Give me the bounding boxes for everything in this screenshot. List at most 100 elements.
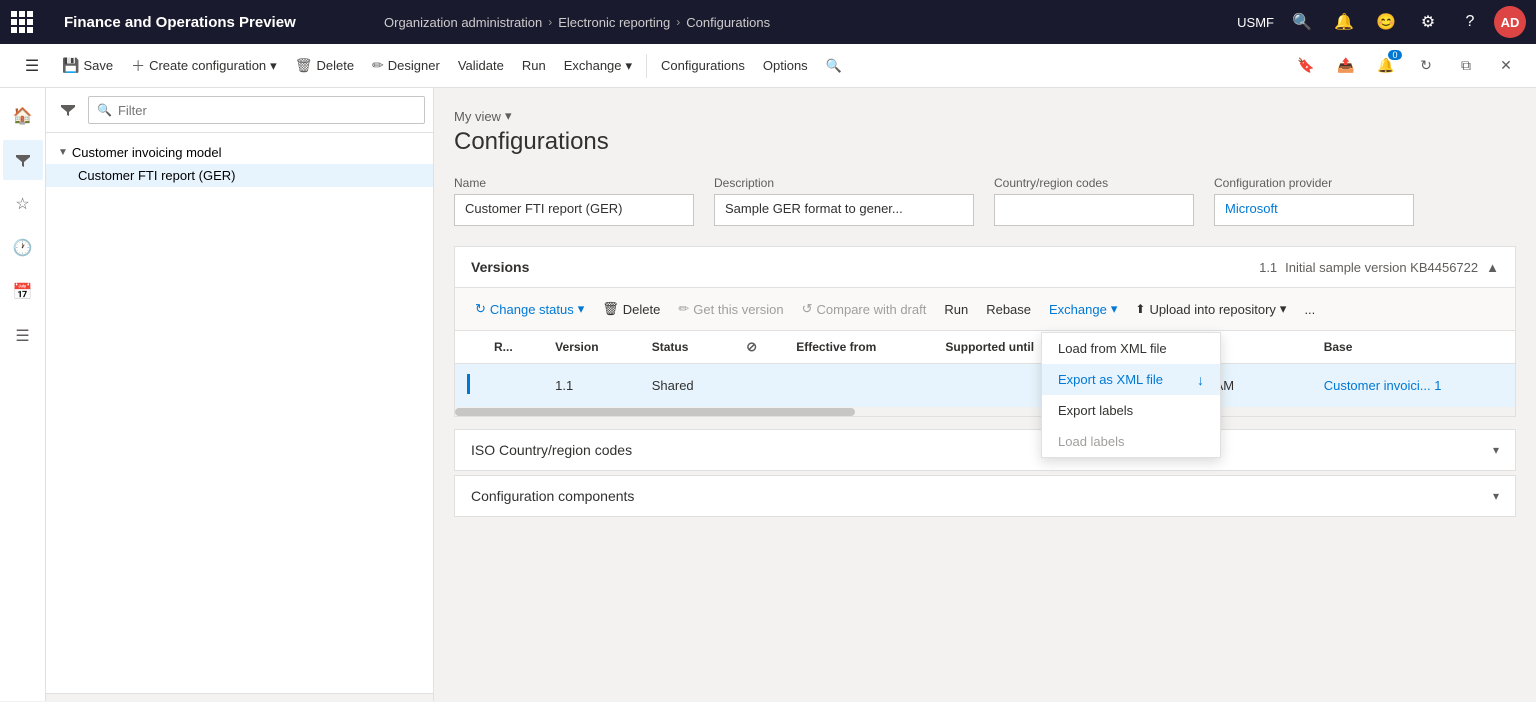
load-labels-item[interactable]: Load labels (1042, 426, 1220, 457)
version-run-button[interactable]: Run (936, 297, 976, 322)
get-version-button[interactable]: ✏ Get this version (670, 296, 791, 322)
exchange-button[interactable]: Exchange ▾ (556, 52, 640, 80)
delete-button[interactable]: 🗑 Delete (287, 51, 362, 80)
versions-table-scroll: R... Version Status ⊘ Effective from Sup… (455, 331, 1515, 408)
provider-input[interactable]: Microsoft (1214, 194, 1414, 226)
table-row[interactable]: 1.1 Shared 7/31/2018 5:51:01 AM Customer… (455, 364, 1515, 408)
country-input[interactable] (994, 194, 1194, 226)
export-labels-item[interactable]: Export labels (1042, 395, 1220, 426)
breadcrumb-configs[interactable]: Configurations (686, 15, 770, 30)
col-r[interactable]: R... (482, 331, 543, 364)
rebase-button[interactable]: Rebase (978, 297, 1039, 322)
hamburger-menu-button[interactable]: ☰ (12, 46, 52, 86)
tree-chevron-icon: ▼ (58, 147, 68, 158)
scroll-thumb[interactable] (455, 408, 855, 416)
description-field: Description Sample GER format to gener..… (714, 176, 974, 226)
compare-button[interactable]: ↺ Compare with draft (794, 296, 935, 322)
col-version[interactable]: Version (543, 331, 640, 364)
sidebar-star-icon[interactable]: ☆ (3, 184, 43, 224)
description-input[interactable]: Sample GER format to gener... (714, 194, 974, 226)
filter-input[interactable] (118, 103, 416, 118)
more-actions-button[interactable]: ... (1296, 297, 1323, 322)
config-components-title: Configuration components (471, 488, 634, 504)
iso-section-title: ISO Country/region codes (471, 442, 632, 458)
config-components-section: Configuration components ▾ (454, 475, 1516, 517)
send-button[interactable]: 📤 (1328, 48, 1364, 84)
tree-parent-label: Customer invoicing model (72, 145, 222, 160)
base-link[interactable]: Customer invoici... 1 (1324, 378, 1442, 393)
notifications-button[interactable]: 🔔 (1326, 4, 1362, 40)
apps-menu-button[interactable] (0, 0, 44, 44)
run-button[interactable]: Run (514, 52, 554, 79)
top-nav: Finance and Operations Preview Organizat… (0, 0, 1536, 44)
version-delete-button[interactable]: 🗑 Delete (594, 296, 668, 322)
notification-badge-button[interactable]: 🔔0 (1368, 48, 1404, 84)
sidebar-home-icon[interactable]: 🏠 (3, 96, 43, 136)
version-desc: Initial sample version KB4456722 (1285, 260, 1478, 275)
col-base[interactable]: Base (1312, 331, 1515, 364)
page-header: My view ▾ Configurations (454, 108, 1516, 156)
refresh-button[interactable]: ↻ (1408, 48, 1444, 84)
apps-icon (11, 11, 33, 33)
left-sidebar: 🏠 ☆ 🕐 📅 ☰ (0, 88, 46, 701)
row-filter-cell (734, 364, 784, 408)
tree-parent-item[interactable]: ▼ Customer invoicing model (46, 141, 433, 164)
sidebar-filter-icon[interactable] (3, 140, 43, 180)
avatar[interactable]: AD (1494, 6, 1526, 38)
sidebar-clock-icon[interactable]: 🕐 (3, 228, 43, 268)
upload-icon: ⬆ (1135, 302, 1145, 316)
breadcrumb-er[interactable]: Electronic reporting (558, 15, 670, 30)
app-title: Finance and Operations Preview (44, 0, 374, 44)
version-number: 1.1 (1259, 260, 1277, 275)
horizontal-scrollbar[interactable] (455, 408, 1515, 416)
tree-filter-button[interactable] (54, 96, 82, 124)
delete-icon: 🗑 (295, 57, 313, 74)
create-icon: ＋ (131, 56, 145, 76)
my-view-selector[interactable]: My view ▾ (454, 108, 1516, 124)
help-button[interactable]: ? (1452, 4, 1488, 40)
create-config-button[interactable]: ＋ Create configuration ▾ (123, 50, 285, 82)
version-exchange-chevron: ▾ (1111, 301, 1118, 317)
provider-label: Configuration provider (1214, 176, 1414, 190)
exchange-container: Exchange ▾ Load from XML file Export as … (1041, 296, 1125, 322)
col-effective-from[interactable]: Effective from (784, 331, 933, 364)
load-from-xml-item[interactable]: Load from XML file (1042, 333, 1220, 364)
row-indicator-cell (455, 364, 482, 408)
description-label: Description (714, 176, 974, 190)
provider-field: Configuration provider Microsoft (1214, 176, 1414, 226)
settings-button[interactable]: ⚙ (1410, 4, 1446, 40)
row-status: Shared (640, 364, 735, 408)
col-status[interactable]: Status (640, 331, 735, 364)
options-button[interactable]: Options (755, 52, 816, 79)
config-components-header[interactable]: Configuration components ▾ (455, 476, 1515, 516)
open-new-button[interactable]: ⧉ (1448, 48, 1484, 84)
save-icon: 💾 (62, 57, 79, 74)
upload-button[interactable]: ⬆ Upload into repository ▾ (1127, 296, 1294, 322)
configurations-button[interactable]: Configurations (653, 52, 753, 79)
sidebar-calendar-icon[interactable]: 📅 (3, 272, 43, 312)
sidebar-list-icon[interactable]: ☰ (3, 316, 43, 356)
search-nav-button[interactable]: 🔍 (1284, 4, 1320, 40)
iso-section-header[interactable]: ISO Country/region codes ▾ (455, 430, 1515, 470)
designer-button[interactable]: ✏ Designer (364, 51, 448, 80)
export-as-xml-item[interactable]: Export as XML file ↓ (1042, 364, 1220, 395)
name-input[interactable]: Customer FTI report (GER) (454, 194, 694, 226)
versions-header[interactable]: Versions 1.1 Initial sample version KB44… (455, 247, 1515, 288)
exchange-dropdown-menu: Load from XML file Export as XML file ↓ … (1041, 332, 1221, 458)
save-button[interactable]: 💾 Save (54, 51, 121, 80)
tree-child-item[interactable]: Customer FTI report (GER) (46, 164, 433, 187)
right-scrollbar[interactable] (1524, 0, 1536, 701)
config-components-chevron: ▾ (1493, 489, 1499, 503)
bookmark-button[interactable]: 🔖 (1288, 48, 1324, 84)
feedback-button[interactable]: 😊 (1368, 4, 1404, 40)
table-filter-icon[interactable]: ⊘ (746, 339, 757, 354)
validate-button[interactable]: Validate (450, 52, 512, 79)
versions-table: R... Version Status ⊘ Effective from Sup… (455, 331, 1515, 408)
version-exchange-button[interactable]: Exchange ▾ (1041, 296, 1125, 322)
cmd-search-button[interactable]: 🔍 (818, 52, 850, 80)
breadcrumb-org[interactable]: Organization administration (384, 15, 542, 30)
change-status-button[interactable]: ↻ Change status ▾ (467, 296, 592, 322)
close-button[interactable]: ✕ (1488, 48, 1524, 84)
main-content: My view ▾ Configurations Name Customer F… (434, 88, 1536, 701)
row-r (482, 364, 543, 408)
